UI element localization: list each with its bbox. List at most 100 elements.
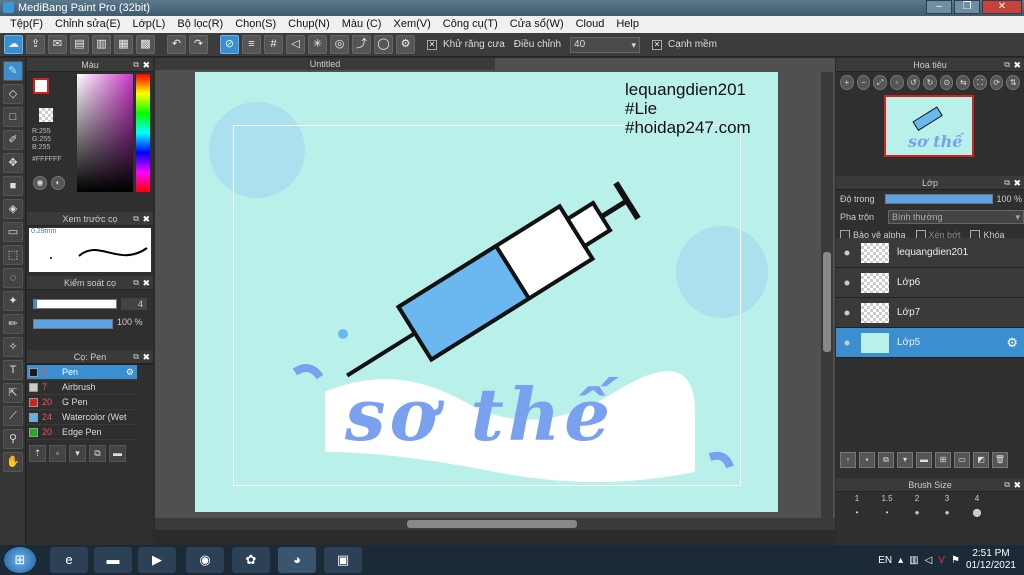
close-icon[interactable]: ✖	[142, 212, 150, 226]
add-brush-icon[interactable]: ▾	[69, 445, 86, 462]
visibility-icon[interactable]	[844, 310, 850, 315]
menu-snap[interactable]: Chụp(N)	[282, 16, 336, 33]
brush-item-pen[interactable]: 4 Pen ⚙	[27, 365, 137, 380]
cloud-brush-icon[interactable]: ⇡	[29, 445, 46, 462]
perspective-snap-icon[interactable]: ◁	[286, 35, 305, 54]
page-icon[interactable]: ▤	[70, 35, 89, 54]
artwork-canvas[interactable]: lequangdien201 #Lie #hoidap247.com sơ th…	[195, 72, 778, 512]
layer-row[interactable]: lequangdien201	[836, 238, 1024, 268]
new-layer-icon[interactable]: ▫	[840, 452, 856, 468]
brush-size-slider[interactable]	[33, 299, 117, 309]
popout-icon[interactable]: ⧉	[1004, 176, 1010, 190]
grid-snap-icon[interactable]: #	[264, 35, 283, 54]
gear-icon[interactable]: ⚙	[1006, 335, 1018, 351]
shape-fill-tool-icon[interactable]: ■	[3, 176, 23, 196]
visibility-icon[interactable]	[844, 250, 850, 255]
popout-icon[interactable]: ⧉	[133, 58, 139, 72]
primary-color-swatch[interactable]	[33, 78, 49, 94]
cloud-icon[interactable]: ☁	[4, 35, 23, 54]
antivirus-icon[interactable]: V	[938, 555, 945, 566]
brush-item-edgepen[interactable]: 20 Edge Pen	[27, 425, 137, 440]
redo-icon[interactable]: ↷	[189, 35, 208, 54]
brush-size-option[interactable]: 3	[932, 492, 962, 506]
popout-icon[interactable]: ⧉	[133, 276, 139, 290]
layer-row[interactable]: Lớp6	[836, 268, 1024, 298]
comment-icon[interactable]: ✉	[48, 35, 67, 54]
brush-item-watercolor[interactable]: 24 Watercolor (Wet	[27, 410, 137, 425]
divide-tool-icon[interactable]: ⟋	[3, 406, 23, 426]
snap-settings-icon[interactable]: ⚙	[396, 35, 415, 54]
document-icon[interactable]: ▥	[92, 35, 111, 54]
clear-layer-icon[interactable]: ▭	[954, 452, 970, 468]
close-button[interactable]: ✕	[982, 0, 1022, 14]
brush-tool-icon[interactable]: ✎	[3, 61, 23, 81]
layer-mask-icon[interactable]: ◩	[973, 452, 989, 468]
flip-icon[interactable]: ⇆	[956, 75, 971, 90]
chrome-icon[interactable]: ◉	[186, 547, 224, 573]
document-tab[interactable]: Untitled	[155, 58, 495, 70]
saturation-picker[interactable]	[77, 74, 133, 192]
add-layer-menu-icon[interactable]: ▾	[897, 452, 913, 468]
brush-dot-icon[interactable]: ⬤	[962, 506, 992, 520]
bucket-tool-icon[interactable]: ◈	[3, 199, 23, 219]
delete-layer-icon[interactable]: 🗑	[992, 452, 1008, 468]
medibang-icon[interactable]: ◕	[278, 547, 316, 573]
menu-color[interactable]: Màu (C)	[336, 16, 388, 33]
navigator-thumbnail[interactable]: sơ thế	[884, 95, 974, 157]
brush-opacity-slider[interactable]	[33, 319, 113, 329]
maximize-button[interactable]: ❐	[954, 0, 980, 14]
rotate-left-icon[interactable]: ↺	[906, 75, 921, 90]
menu-tools[interactable]: Công cụ(T)	[437, 16, 504, 33]
zoom-in-icon[interactable]: +	[840, 75, 854, 90]
layer-row[interactable]: Lớp5 ⚙	[836, 328, 1024, 358]
close-icon[interactable]: ✖	[142, 58, 150, 72]
hue-slider[interactable]	[136, 74, 150, 192]
grid-panel-icon[interactable]: ▦	[114, 35, 133, 54]
actual-size-icon[interactable]: ▫	[889, 75, 904, 90]
brush-size-option[interactable]: 2	[902, 492, 932, 506]
flip-vertical-icon[interactable]: ⇅	[1006, 75, 1021, 90]
ie-icon[interactable]: e	[50, 547, 88, 573]
move-tool-icon[interactable]: ✥	[3, 153, 23, 173]
popout-icon[interactable]: ⧉	[133, 350, 139, 364]
new-brush-icon[interactable]: ▫	[49, 445, 66, 462]
antialias-checkbox[interactable]: ✕	[427, 39, 437, 50]
select-pen-tool-icon[interactable]: ✏	[3, 314, 23, 334]
radial-snap-icon[interactable]: ✳	[308, 35, 327, 54]
visibility-icon[interactable]	[844, 340, 850, 345]
soft-edge-checkbox[interactable]: ✕	[652, 39, 663, 50]
network-icon[interactable]: ▥	[909, 555, 918, 566]
vertical-scrollbar[interactable]	[821, 72, 833, 518]
select-rect-tool-icon[interactable]: ⬚	[3, 245, 23, 265]
hand-tool-icon[interactable]: ✋	[3, 452, 23, 472]
menu-view[interactable]: Xem(V)	[387, 16, 436, 33]
blend-mode-select[interactable]: Bình thường	[888, 210, 1024, 224]
close-icon[interactable]: ✖	[142, 276, 150, 290]
menu-layer[interactable]: Lớp(L)	[126, 16, 171, 33]
fullscreen-icon[interactable]: ⛶	[973, 75, 987, 90]
app-icon[interactable]: ✿	[232, 547, 270, 573]
visibility-icon[interactable]	[844, 280, 850, 285]
gear-icon[interactable]: ⚙	[126, 367, 134, 378]
parallel-snap-icon[interactable]: ≡	[242, 35, 261, 54]
brush-item-gpen[interactable]: 20 G Pen	[27, 395, 137, 410]
curve-snap-icon[interactable]: ⤴	[352, 35, 371, 54]
brush-dot-icon[interactable]: ●	[902, 506, 932, 520]
magic-wand-tool-icon[interactable]: ✦	[3, 291, 23, 311]
layer-row[interactable]: Lớp7	[836, 298, 1024, 328]
palette-icon[interactable]: ◉	[33, 176, 47, 190]
apps-icon[interactable]: ▩	[136, 35, 155, 54]
rotate-right-icon[interactable]: ↻	[923, 75, 937, 90]
eraser-tool-icon[interactable]: ◇	[3, 84, 23, 104]
zoom-icon[interactable]: ▣	[324, 547, 362, 573]
transparent-color-swatch[interactable]	[39, 108, 53, 122]
menu-window[interactable]: Cửa sổ(W)	[504, 16, 570, 33]
reset-rotation-icon[interactable]: ⊙	[939, 75, 954, 90]
new-halftone-layer-icon[interactable]: ▪	[859, 452, 875, 468]
select-eraser-tool-icon[interactable]: ✧	[3, 337, 23, 357]
language-indicator[interactable]: EN	[878, 555, 892, 566]
text-tool-icon[interactable]: T	[3, 360, 23, 380]
media-player-icon[interactable]: ▶	[138, 547, 176, 573]
flag-icon[interactable]: ⚑	[951, 555, 960, 566]
tray-arrow-icon[interactable]: ▴	[898, 555, 903, 566]
